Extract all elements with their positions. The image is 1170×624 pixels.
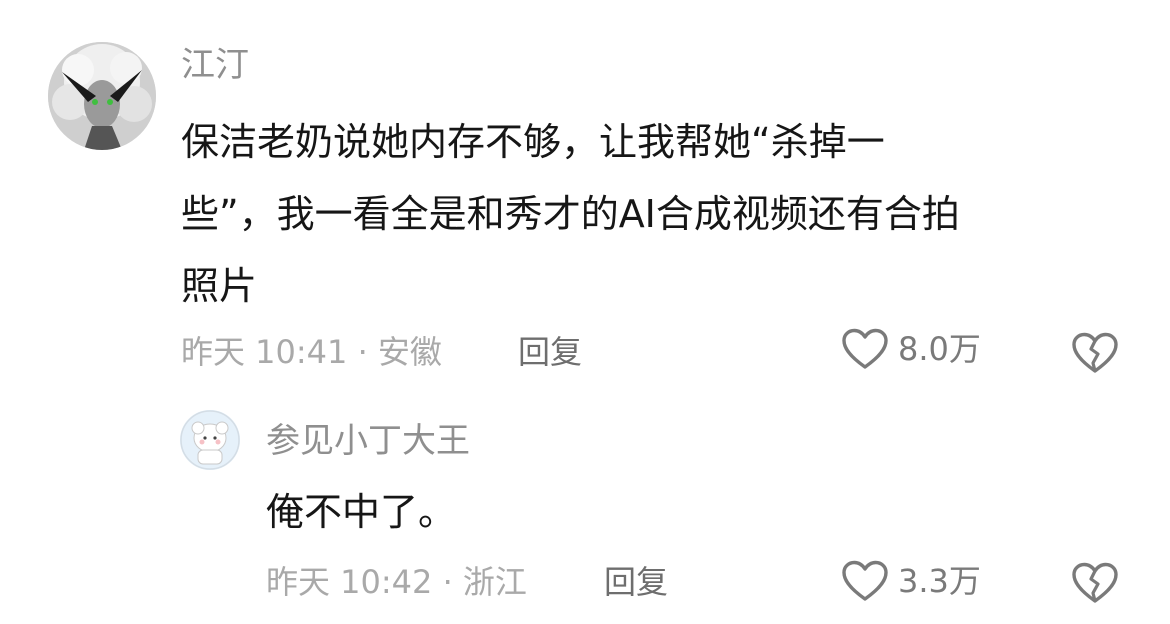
like-button[interactable]: 8.0万 (842, 328, 981, 370)
comment-text-line: 照片 (181, 264, 258, 308)
like-count: 8.0万 (898, 330, 981, 368)
author-name[interactable]: 江汀 (181, 48, 249, 82)
comment-text-line: 俺不中了。 (266, 490, 457, 534)
author-name[interactable]: 参见小丁大王 (266, 424, 470, 458)
dislike-button[interactable] (1072, 332, 1118, 378)
reply-button[interactable]: 回复 (518, 336, 582, 368)
avatar[interactable] (48, 42, 156, 150)
heart-outline-icon (842, 328, 888, 369)
comment-text-line: 保洁老奶说她内存不够，让我帮她“杀掉一 (181, 120, 885, 164)
like-count: 3.3万 (898, 562, 981, 600)
broken-heart-icon (1072, 332, 1118, 373)
reply-button[interactable]: 回复 (604, 566, 668, 598)
avatar-image (48, 42, 156, 150)
comment-text: 保洁老奶说她内存不够，让我帮她“杀掉一 些”，我一看全是和秀才的AI合成视频还有… (181, 106, 960, 322)
broken-heart-icon (1072, 562, 1118, 603)
dislike-button[interactable] (1072, 562, 1118, 608)
heart-outline-icon (842, 560, 888, 601)
comment-text-line: 些”，我一看全是和秀才的AI合成视频还有合拍 (181, 192, 960, 236)
comment-text: 俺不中了。 (266, 483, 456, 541)
comment-time-location: 昨天 10:42 · 浙江 (266, 563, 527, 601)
avatar-image (180, 410, 240, 470)
like-button[interactable]: 3.3万 (842, 560, 981, 602)
avatar[interactable] (180, 410, 240, 470)
comment-time-location: 昨天 10:41 · 安徽 (181, 333, 442, 371)
